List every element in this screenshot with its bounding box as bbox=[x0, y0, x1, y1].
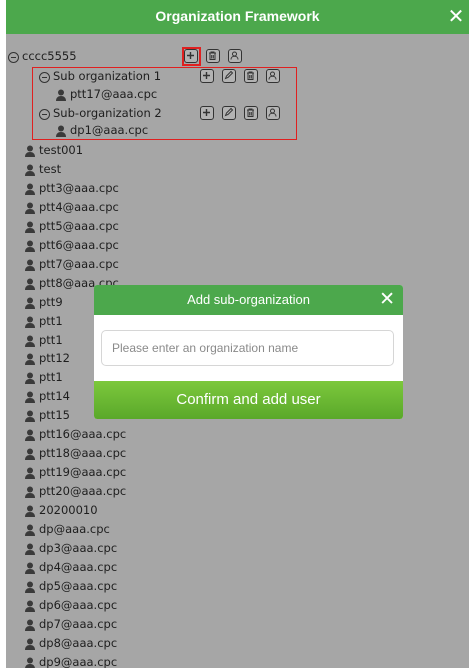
plus-icon bbox=[187, 52, 194, 59]
delete-suborg-1-button[interactable] bbox=[244, 69, 258, 83]
user-item[interactable]: ptt7@aaa.cpc bbox=[39, 256, 119, 273]
dialog-header: Add sub-organization ✕ bbox=[94, 285, 403, 315]
trash-icon bbox=[247, 71, 254, 80]
collapse-suborg-1-icon[interactable] bbox=[39, 72, 50, 83]
user-item[interactable]: dp3@aaa.cpc bbox=[39, 540, 117, 557]
user-item[interactable]: dp6@aaa.cpc bbox=[39, 597, 117, 614]
user-item[interactable]: ptt1 bbox=[39, 313, 63, 330]
trash-icon bbox=[209, 51, 216, 60]
user-icon bbox=[25, 429, 35, 442]
user-icon bbox=[25, 543, 35, 555]
plus-icon bbox=[203, 72, 210, 79]
user-icon bbox=[56, 89, 66, 101]
user-item[interactable]: ptt20@aaa.cpc bbox=[39, 483, 126, 500]
user-item[interactable]: ptt5@aaa.cpc bbox=[39, 218, 119, 235]
user-icon bbox=[25, 221, 35, 233]
user-icon bbox=[25, 600, 35, 612]
user-icon bbox=[25, 638, 35, 650]
user-item[interactable]: test001 bbox=[39, 142, 83, 159]
user-item[interactable]: dp@aaa.cpc bbox=[39, 521, 110, 538]
add-suborg-dialog: Add sub-organization ✕ Confirm and add u… bbox=[94, 285, 403, 419]
edit-suborg-2-button[interactable] bbox=[222, 106, 236, 120]
user-item[interactable]: ptt4@aaa.cpc bbox=[39, 199, 119, 216]
delete-root-button[interactable] bbox=[206, 49, 220, 63]
user-icon bbox=[25, 145, 35, 157]
user-icon bbox=[268, 71, 277, 80]
user-item[interactable]: dp5@aaa.cpc bbox=[39, 578, 117, 595]
user-item[interactable]: ptt6@aaa.cpc bbox=[39, 237, 119, 254]
user-icon bbox=[25, 353, 35, 366]
user-icon bbox=[25, 259, 35, 271]
user-item[interactable]: 20200010 bbox=[39, 502, 98, 519]
edit-suborg-1-button[interactable] bbox=[222, 69, 236, 83]
user-item[interactable]: ptt18@aaa.cpc bbox=[39, 445, 126, 462]
organization-framework-panel: Organization Framework ✕ cccc5555 Sub or… bbox=[6, 0, 469, 668]
user-icon bbox=[25, 562, 35, 574]
panel-header: Organization Framework ✕ bbox=[6, 0, 469, 34]
user-icon bbox=[25, 619, 35, 631]
user-icon bbox=[25, 467, 35, 480]
delete-suborg-2-button[interactable] bbox=[244, 106, 258, 120]
dialog-title: Add sub-organization bbox=[187, 292, 310, 307]
add-user-suborg-2-button[interactable] bbox=[266, 106, 280, 120]
user-icon bbox=[56, 125, 66, 137]
collapse-root-icon[interactable] bbox=[8, 52, 19, 63]
user-item[interactable]: ptt1 bbox=[39, 369, 63, 386]
user-icon bbox=[230, 51, 239, 60]
user-item[interactable]: dp1@aaa.cpc bbox=[70, 122, 148, 139]
add-suborg-button[interactable] bbox=[184, 49, 198, 63]
user-item[interactable]: ptt3@aaa.cpc bbox=[39, 180, 119, 197]
org-root-label[interactable]: cccc5555 bbox=[22, 48, 77, 65]
panel-close-button[interactable]: ✕ bbox=[445, 5, 467, 27]
user-icon bbox=[25, 240, 35, 252]
confirm-add-user-button[interactable]: Confirm and add user bbox=[94, 381, 403, 419]
user-icon bbox=[25, 448, 35, 461]
user-item[interactable]: ptt16@aaa.cpc bbox=[39, 426, 126, 443]
add-user-suborg-1-button[interactable] bbox=[266, 69, 280, 83]
user-icon bbox=[25, 372, 35, 385]
collapse-suborg-2-icon[interactable] bbox=[39, 109, 50, 120]
user-item[interactable]: ptt15 bbox=[39, 407, 70, 424]
plus-icon bbox=[203, 109, 210, 116]
user-item[interactable]: dp9@aaa.cpc bbox=[39, 654, 117, 668]
user-item[interactable]: ptt19@aaa.cpc bbox=[39, 464, 126, 481]
user-icon bbox=[25, 657, 35, 668]
user-item[interactable]: dp4@aaa.cpc bbox=[39, 559, 117, 576]
user-icon bbox=[25, 410, 35, 423]
user-icon bbox=[25, 505, 35, 518]
user-item[interactable]: ptt1 bbox=[39, 332, 63, 349]
user-icon bbox=[25, 391, 35, 404]
user-icon bbox=[268, 108, 277, 117]
user-item[interactable]: ptt12 bbox=[39, 350, 70, 367]
trash-icon bbox=[247, 108, 254, 117]
edit-icon bbox=[224, 70, 234, 80]
user-icon bbox=[25, 164, 35, 176]
user-icon bbox=[25, 278, 35, 290]
add-suborg-1-button[interactable] bbox=[200, 69, 214, 83]
add-user-root-button[interactable] bbox=[228, 49, 242, 63]
suborg-2-label[interactable]: Sub-organization 2 bbox=[53, 105, 162, 122]
organization-name-input[interactable] bbox=[101, 330, 394, 366]
suborg-1-label[interactable]: Sub organization 1 bbox=[53, 68, 161, 85]
user-icon bbox=[25, 581, 35, 593]
user-item[interactable]: ptt17@aaa.cpc bbox=[70, 86, 157, 103]
add-suborg-2-button[interactable] bbox=[200, 106, 214, 120]
user-icon bbox=[25, 486, 35, 499]
user-item[interactable]: dp8@aaa.cpc bbox=[39, 635, 117, 652]
user-icon bbox=[25, 202, 35, 214]
edit-icon bbox=[224, 107, 234, 117]
panel-title: Organization Framework bbox=[155, 8, 320, 24]
user-icon bbox=[25, 183, 35, 195]
user-item[interactable]: ptt14 bbox=[39, 388, 70, 405]
user-icon bbox=[25, 524, 35, 536]
user-item[interactable]: ptt9 bbox=[39, 294, 63, 311]
user-item[interactable]: dp7@aaa.cpc bbox=[39, 616, 117, 633]
dialog-close-button[interactable]: ✕ bbox=[379, 288, 395, 310]
user-icon bbox=[25, 297, 35, 309]
user-icon bbox=[25, 316, 35, 328]
user-icon bbox=[25, 335, 35, 347]
user-item[interactable]: test bbox=[39, 161, 61, 178]
